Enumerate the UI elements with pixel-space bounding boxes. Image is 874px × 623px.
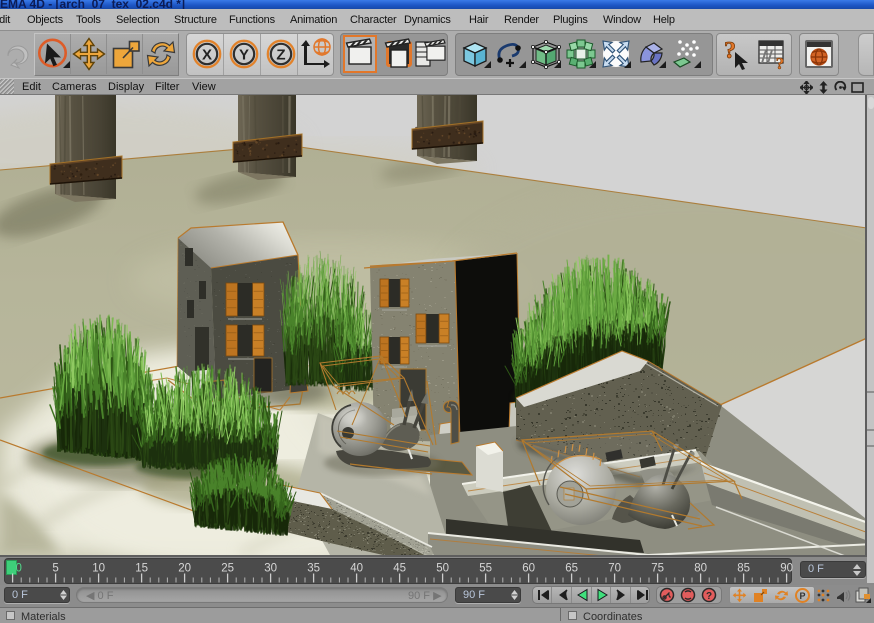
svg-text:20: 20 [178,563,191,575]
svg-text:60: 60 [522,563,535,575]
svg-text:85: 85 [737,563,750,575]
svg-text:55: 55 [479,563,492,575]
svg-text:?: ? [706,591,712,602]
svg-text:Y: Y [239,47,249,64]
svg-text:X: X [202,47,212,64]
svg-text:90: 90 [780,563,793,575]
svg-text:5: 5 [52,563,58,575]
svg-text:80: 80 [694,563,707,575]
svg-text:70: 70 [608,563,621,575]
svg-text:15: 15 [135,563,148,575]
svg-text:25: 25 [221,563,234,575]
svg-text:Z: Z [276,47,285,64]
svg-text:75: 75 [651,563,664,575]
svg-text:30: 30 [264,563,277,575]
svg-text:?: ? [724,38,736,64]
svg-text:35: 35 [307,563,320,575]
svg-text:50: 50 [436,563,449,575]
svg-text:65: 65 [565,563,578,575]
svg-text:40: 40 [350,563,363,575]
svg-text:45: 45 [393,563,406,575]
svg-text:10: 10 [92,563,105,575]
svg-text:0: 0 [16,563,22,575]
svg-text:P: P [799,591,805,601]
svg-text:?: ? [776,54,785,72]
